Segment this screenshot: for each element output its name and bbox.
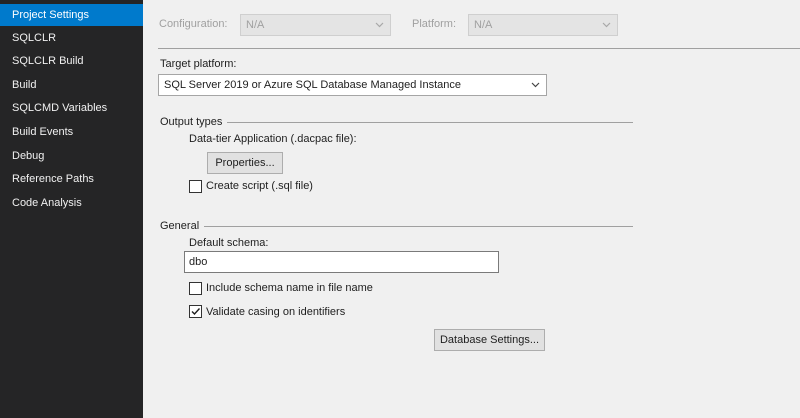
checkmark-icon — [191, 308, 201, 316]
sidebar-item-project-settings[interactable]: Project Settings — [0, 4, 143, 26]
chevron-down-icon — [375, 22, 384, 28]
general-divider — [204, 226, 633, 227]
create-script-checkbox[interactable] — [189, 180, 202, 193]
configuration-value: N/A — [246, 19, 265, 31]
default-schema-input[interactable] — [185, 252, 498, 272]
general-header: General — [160, 220, 200, 232]
output-types-header: Output types — [160, 116, 223, 128]
dacpac-label: Data-tier Application (.dacpac file): — [189, 133, 357, 145]
platform-value: N/A — [474, 19, 493, 31]
sidebar-item-reference-paths[interactable]: Reference Paths — [0, 168, 143, 190]
target-platform-combo[interactable]: SQL Server 2019 or Azure SQL Database Ma… — [158, 74, 547, 96]
sidebar-item-code-analysis[interactable]: Code Analysis — [0, 192, 143, 214]
chevron-down-icon — [531, 82, 540, 88]
sidebar-item-sqlclr[interactable]: SQLCLR — [0, 27, 143, 49]
sidebar-item-build-events[interactable]: Build Events — [0, 121, 143, 143]
output-types-divider — [227, 122, 633, 123]
default-schema-field[interactable] — [184, 251, 499, 273]
configuration-combo[interactable]: N/A — [240, 14, 391, 36]
sidebar-item-sqlcmd-variables[interactable]: SQLCMD Variables — [0, 97, 143, 119]
validate-casing-checkbox[interactable] — [189, 305, 202, 318]
sidebar: Project Settings SQLCLR SQLCLR Build Bui… — [0, 0, 143, 418]
default-schema-label: Default schema: — [189, 237, 269, 249]
target-platform-value: SQL Server 2019 or Azure SQL Database Ma… — [164, 79, 461, 91]
properties-button[interactable]: Properties... — [207, 152, 283, 174]
create-script-label: Create script (.sql file) — [206, 180, 313, 192]
configuration-label: Configuration: — [159, 18, 228, 30]
sidebar-item-sqlclr-build[interactable]: SQLCLR Build — [0, 50, 143, 72]
sidebar-item-debug[interactable]: Debug — [0, 145, 143, 167]
platform-label: Platform: — [412, 18, 457, 30]
main-panel: Configuration: N/A Platform: N/A Target … — [143, 0, 800, 418]
validate-casing-label: Validate casing on identifiers — [206, 306, 346, 318]
chevron-down-icon — [602, 22, 611, 28]
sidebar-item-build[interactable]: Build — [0, 74, 143, 96]
database-settings-button[interactable]: Database Settings... — [434, 329, 545, 351]
platform-combo[interactable]: N/A — [468, 14, 618, 36]
include-schema-checkbox[interactable] — [189, 282, 202, 295]
include-schema-label: Include schema name in file name — [206, 282, 373, 294]
target-platform-label: Target platform: — [160, 58, 237, 70]
top-divider — [158, 48, 800, 49]
